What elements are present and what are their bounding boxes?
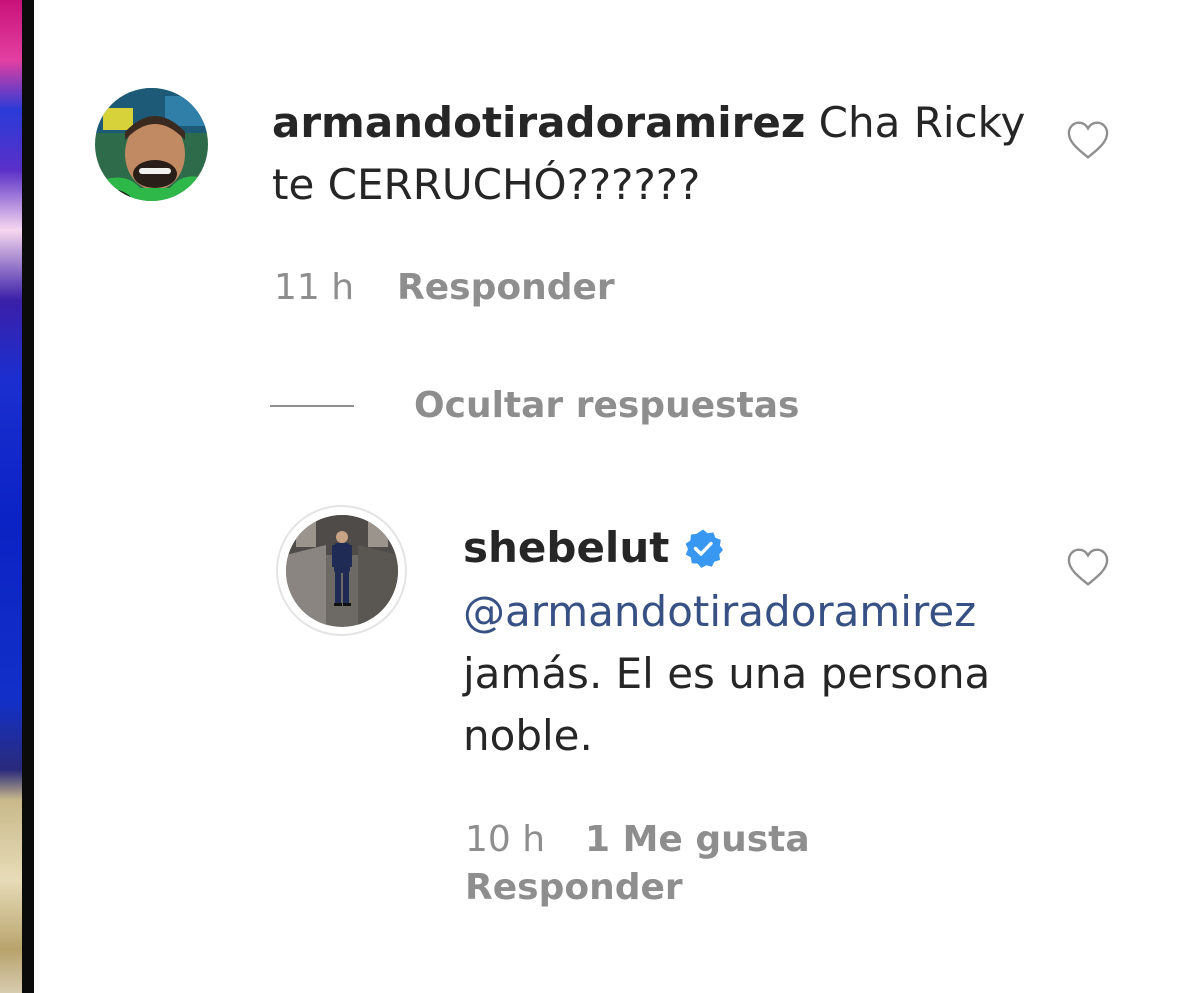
reply-likes-label: 1 Me gusta xyxy=(585,819,810,860)
panel-divider xyxy=(22,0,34,993)
comment-timestamp: 11 h xyxy=(274,267,355,308)
adjacent-photo-edge xyxy=(0,0,22,993)
hide-replies-button[interactable]: Ocultar respuestas xyxy=(414,382,799,430)
reply-label: Responder xyxy=(397,267,615,308)
reply-timestamp: 10 h xyxy=(465,819,546,860)
avatar-photo-1 xyxy=(95,88,208,201)
reply-avatar[interactable] xyxy=(286,515,398,627)
avatar-photo-2 xyxy=(286,515,398,627)
reply-body: @armandotiradoramirez jamás. El es una p… xyxy=(463,581,1023,767)
like-comment-button[interactable] xyxy=(1066,120,1110,160)
comments-panel: armandotiradoramirez Cha Ricky te CERRUC… xyxy=(0,0,1200,993)
reply-reply-button[interactable]: Responder xyxy=(465,864,683,912)
like-reply-button[interactable] xyxy=(1066,547,1110,587)
verified-badge-icon xyxy=(685,529,724,568)
reply-username-row: shebelut xyxy=(463,517,724,579)
replies-divider-line xyxy=(270,405,354,407)
commenter-avatar[interactable] xyxy=(95,88,208,201)
reply-button[interactable]: Responder xyxy=(397,264,615,312)
reply-mention[interactable]: @armandotiradoramirez xyxy=(463,587,976,636)
reply-username[interactable]: shebelut xyxy=(463,517,669,579)
reply-likes-button[interactable]: 1 Me gusta xyxy=(585,816,810,864)
reply-reply-label: Responder xyxy=(465,867,683,908)
comment-body: armandotiradoramirez Cha Ricky te CERRUC… xyxy=(272,92,1032,216)
reply-text: jamás. El es una persona noble. xyxy=(463,649,991,760)
heart-outline-icon xyxy=(1067,121,1109,159)
heart-outline-icon xyxy=(1067,548,1109,586)
comment-username[interactable]: armandotiradoramirez xyxy=(272,98,805,147)
